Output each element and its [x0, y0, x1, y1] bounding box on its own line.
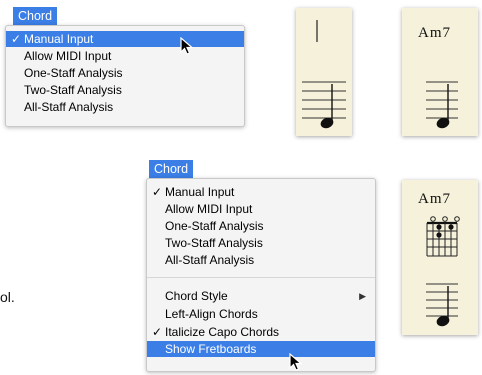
menu-item-label: Allow MIDI Input [24, 49, 112, 63]
menu-item-label: All-Staff Analysis [165, 253, 255, 267]
cropped-body-text: ol. [0, 289, 15, 305]
menu-item-all-staff-analysis[interactable]: All-Staff Analysis [6, 99, 244, 115]
mouse-pointer-icon [289, 353, 303, 371]
menu-item-label: Show Fretboards [165, 342, 257, 356]
menu-item-label: Left-Align Chords [165, 307, 258, 321]
menu-item-manual-input[interactable]: ✓ Manual Input [6, 31, 244, 47]
menu-item-label: Manual Input [165, 185, 235, 199]
menu-separator [147, 277, 375, 278]
menu-item-one-staff-analysis[interactable]: One-Staff Analysis [147, 218, 375, 234]
submenu-arrow-icon: ▶ [359, 291, 366, 301]
staff-notation-icon [426, 81, 458, 129]
menu-item-label: Italicize Capo Chords [165, 325, 280, 339]
chord-menu-dropdown-bottom: ✓ Manual Input Allow MIDI Input One-Staf… [146, 178, 376, 372]
menu-item-manual-input[interactable]: ✓ Manual Input [147, 184, 375, 200]
menu-item-label: Manual Input [24, 32, 94, 46]
notation-card-fretboard: Am7 [402, 180, 478, 335]
checkmark-icon: ✓ [152, 185, 163, 199]
menu-item-label: One-Staff Analysis [24, 66, 123, 80]
checkmark-icon: ✓ [152, 325, 163, 339]
menu-item-label: Two-Staff Analysis [165, 236, 263, 250]
fretboard-diagram-icon [426, 216, 460, 327]
checkmark-icon: ✓ [11, 32, 22, 46]
menu-item-label: All-Staff Analysis [24, 100, 114, 114]
menu-item-italicize-capo-chords[interactable]: ✓ Italicize Capo Chords [147, 324, 375, 340]
menu-item-label: Chord Style [165, 289, 228, 303]
menu-item-show-fretboards[interactable]: Show Fretboards [147, 341, 375, 357]
staff-notation-icon [302, 20, 346, 129]
menu-item-label: Two-Staff Analysis [24, 83, 122, 97]
menu-item-label: Allow MIDI Input [165, 202, 253, 216]
menu-item-allow-midi-input[interactable]: Allow MIDI Input [147, 201, 375, 217]
mouse-pointer-icon [180, 37, 194, 55]
menu-item-label: One-Staff Analysis [165, 219, 264, 233]
chord-menu-dropdown-top: ✓ Manual Input Allow MIDI Input One-Staf… [5, 25, 245, 127]
menu-item-two-staff-analysis[interactable]: Two-Staff Analysis [6, 82, 244, 98]
menu-item-left-align-chords[interactable]: Left-Align Chords [147, 306, 375, 322]
menu-item-two-staff-analysis[interactable]: Two-Staff Analysis [147, 235, 375, 251]
menu-item-allow-midi-input[interactable]: Allow MIDI Input [6, 48, 244, 64]
menu-item-all-staff-analysis[interactable]: All-Staff Analysis [147, 252, 375, 268]
notation-card-chord: Am7 [402, 8, 478, 136]
chord-menu-title-top[interactable]: Chord [13, 7, 58, 25]
menu-item-one-staff-analysis[interactable]: One-Staff Analysis [6, 65, 244, 81]
menu-item-chord-style[interactable]: Chord Style ▶ [147, 288, 375, 304]
chord-menu-title-bottom[interactable]: Chord [149, 160, 194, 178]
notation-card-plain [296, 8, 352, 136]
